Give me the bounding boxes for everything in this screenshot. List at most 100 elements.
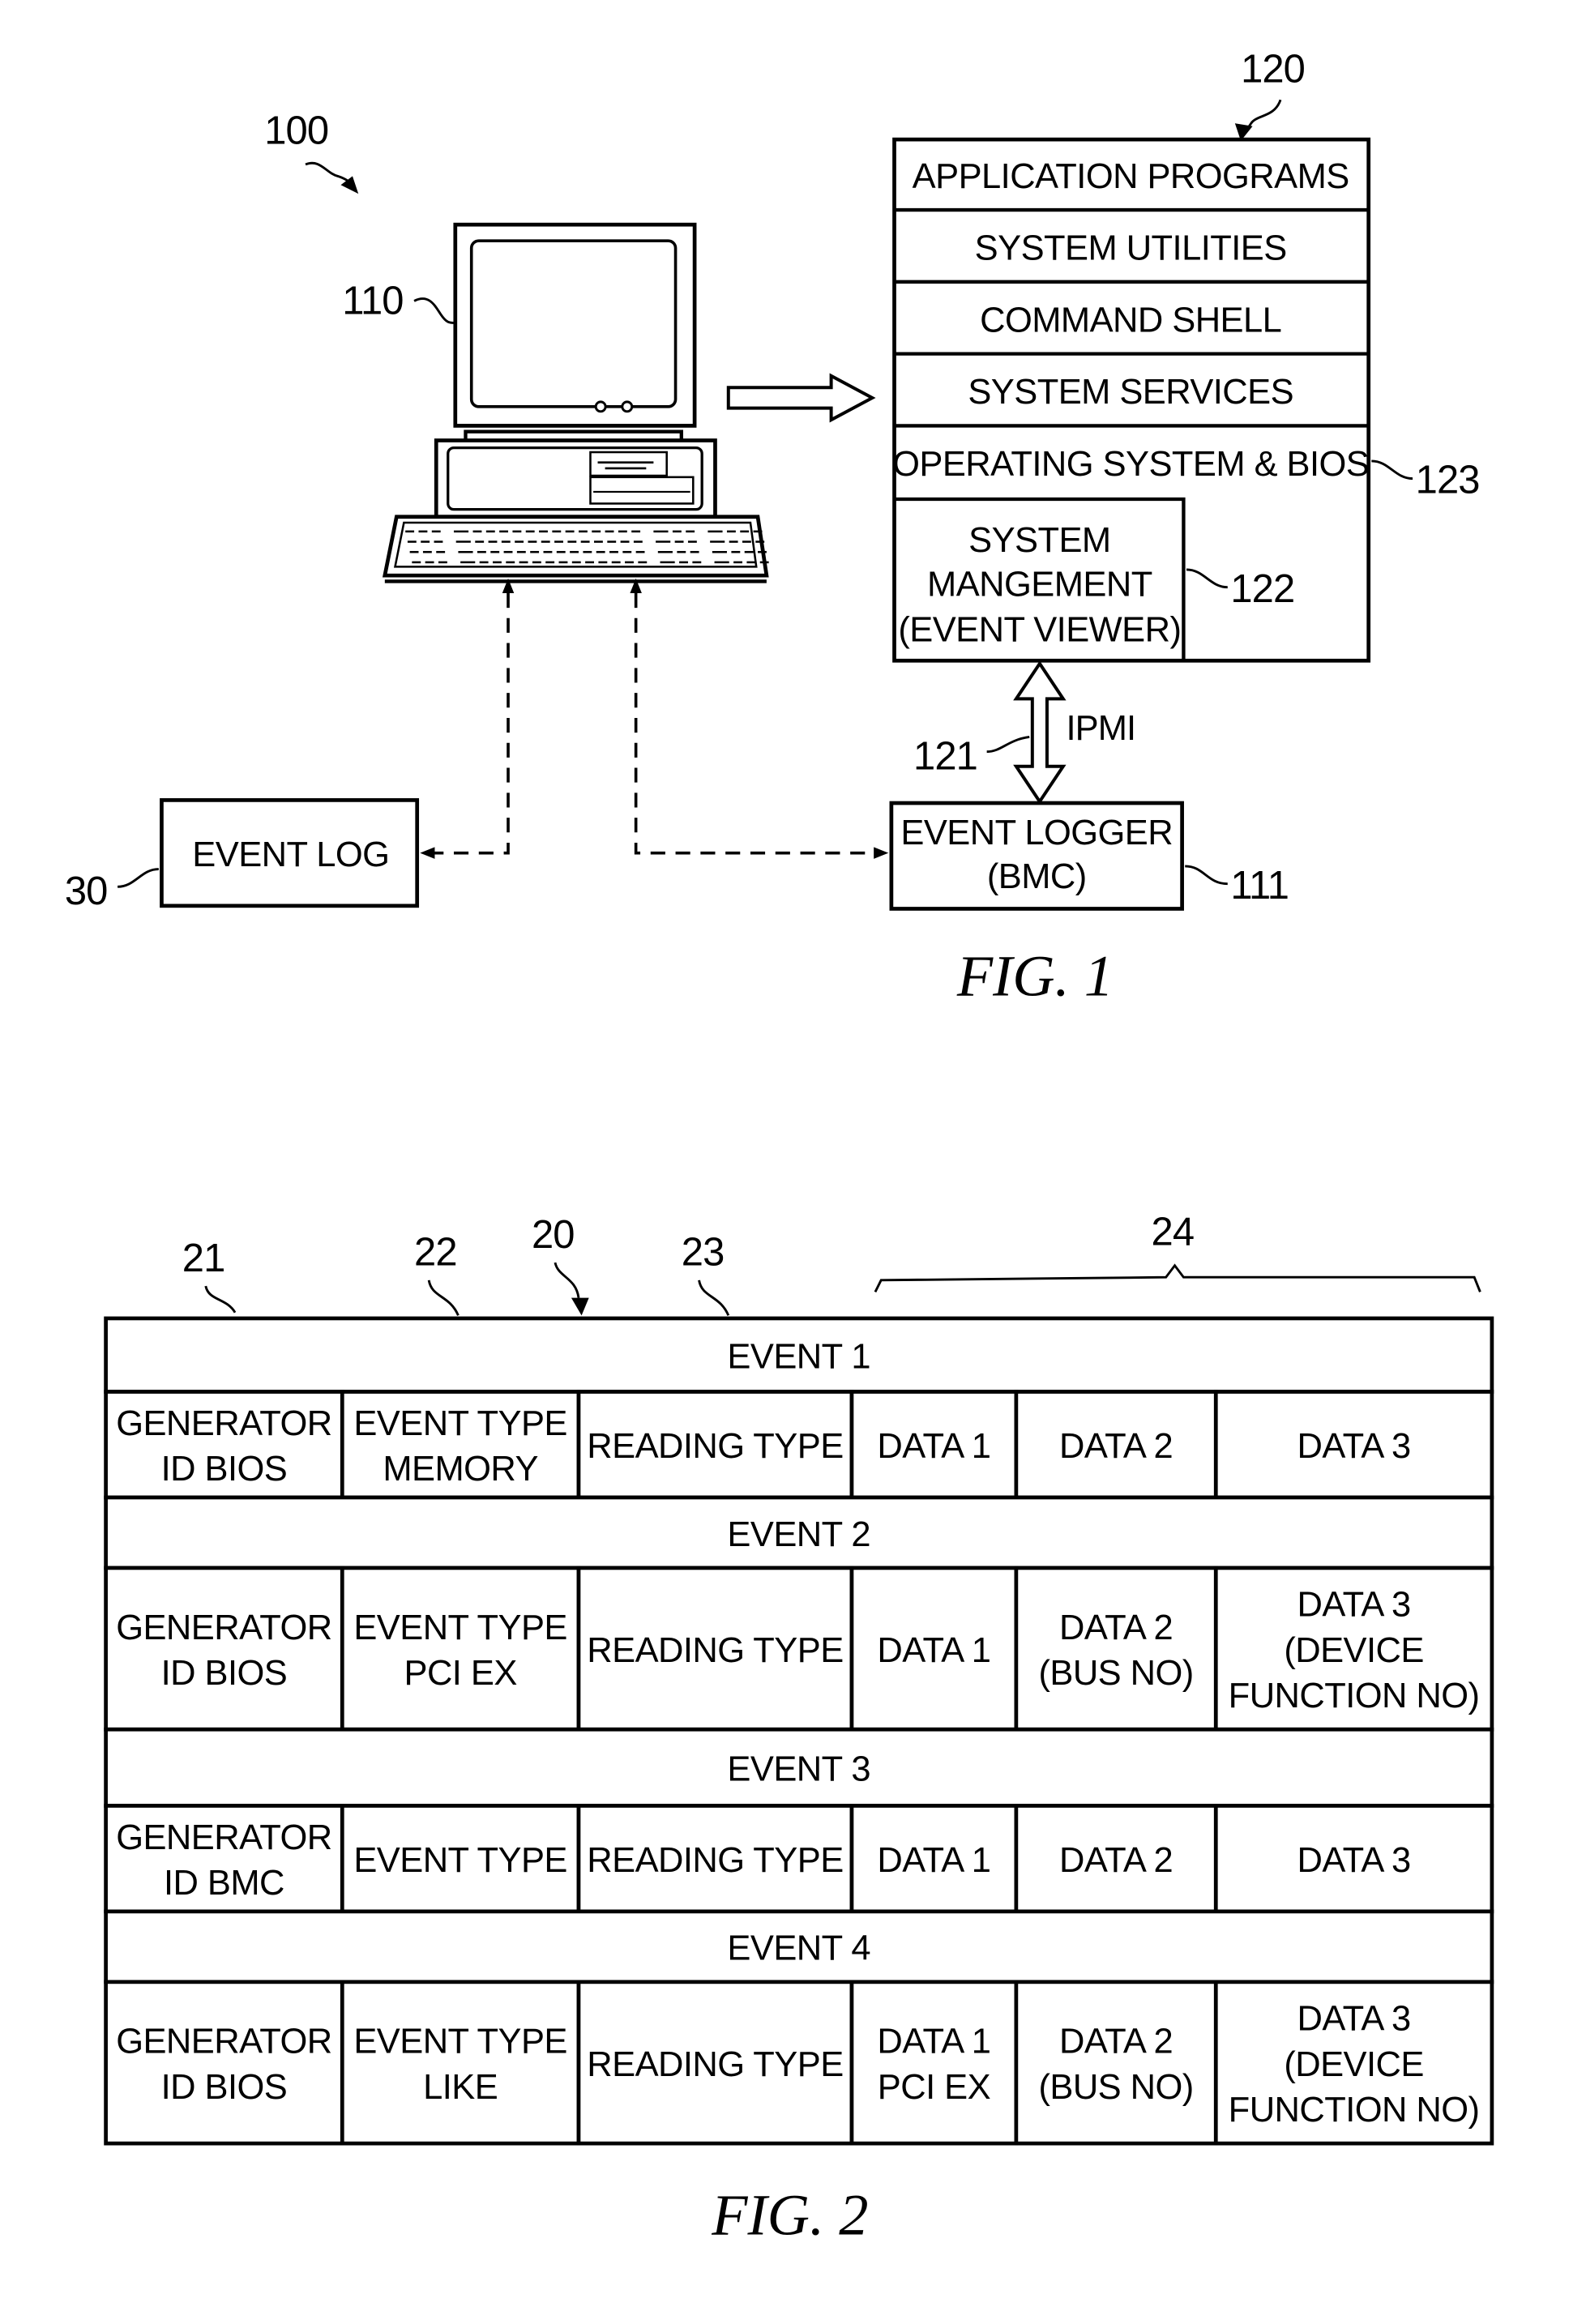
ref-110-label: 110 [342,280,403,323]
stack-layer-application-programs: APPLICATION PROGRAMS [913,157,1349,196]
event-field-cell [104,1980,344,2146]
event-field-text: EVENT TYPE [353,1841,567,1880]
ref-111-leader [1185,865,1228,886]
stack-layer-system-services: SYSTEM SERVICES [968,373,1293,412]
event-field-cell [1014,1980,1218,2146]
event-field-text: PCI EX [878,2068,991,2107]
event-field-text: PCI EX [404,1654,518,1693]
event-field-text: EVENT TYPE [353,1404,567,1443]
ipmi-double-arrow-icon [1013,660,1067,805]
event-field-cell [849,1980,1019,2146]
event-log-label: EVENT LOG [192,835,389,874]
monitor-button-icon [621,400,634,413]
event-field-text: READING TYPE [587,1631,843,1670]
event-field-text: DATA 3 [1297,1841,1411,1880]
event-field-text: DATA 3 [1297,2000,1411,2039]
ref-122-label: 122 [1230,567,1294,611]
ref-30-label: 30 [65,869,108,913]
event-field-text: FUNCTION NO) [1229,1677,1480,1715]
event-title: EVENT 2 [727,1515,870,1554]
patent-drawing-sheet: 100 110 120 APPLICATION PROGRAMS SYSTEM … [65,47,1494,2247]
ref-20-leader [554,1262,580,1298]
event-field-text: DATA 3 [1297,1427,1411,1466]
figure-2-caption: FIG. 2 [711,2181,868,2247]
event-field-text: GENERATOR [116,1818,331,1857]
software-stack: APPLICATION PROGRAMS SYSTEM UTILITIES CO… [892,137,1371,663]
figure-1: 100 110 120 APPLICATION PROGRAMS SYSTEM … [65,47,1481,1008]
ref-20-label: 20 [532,1213,575,1257]
monitor-screen [469,239,678,408]
event-title: EVENT 1 [727,1338,870,1377]
event-field-text: (DEVICE [1284,2045,1424,2084]
event-field-cell [104,1566,344,1732]
event-field-text: GENERATOR [116,2023,331,2061]
system-unit [434,438,717,519]
event-field-text: DATA 3 [1297,1586,1411,1625]
event-field-text: READING TYPE [587,2045,843,2084]
ref-110-leader [413,297,455,325]
ref-120-label: 120 [1241,47,1305,91]
event-record: EVENT 4 GENERATOR ID BIOS EVENT TYPE LIKE REA… [104,1909,1494,2146]
event-title: EVENT 3 [727,1750,870,1789]
event-field-text: DATA 1 [877,1427,990,1466]
event-record: EVENT 2 GENERATOR ID BIOS EVENT TYPE PCI EX R… [104,1495,1494,1732]
event-field-text: LIKE [423,2068,498,2107]
ipmi-label: IPMI [1066,709,1135,748]
event-field-text: DATA 2 [1059,1608,1173,1647]
block-arrow-icon [726,373,876,423]
ref-21-leader [204,1285,237,1314]
stack-layer-os-bios: OPERATING SYSTEM & BIOS [892,445,1369,484]
event-field-text: READING TYPE [587,1841,843,1880]
event-table: EVENT 1 GENERATOR ID BIOS EVENT TYPE MEMORY R… [104,1316,1494,2146]
ref-123-label: 123 [1416,459,1480,502]
arrowhead-icon [420,847,435,859]
event-field-cell [340,1566,581,1732]
event-field-text: ID BIOS [161,2068,288,2107]
event-field-text: ID BMC [164,1864,284,1903]
event-record: EVENT 1 GENERATOR ID BIOS EVENT TYPE MEMORY R… [104,1316,1494,1500]
event-field-text: FUNCTION NO) [1229,2091,1480,2130]
event-field-cell [340,1980,581,2146]
ref-21-label: 21 [182,1237,225,1280]
event-field-cell [1014,1566,1218,1732]
data-fields-brace [874,1263,1481,1292]
figure-2: 21 22 20 23 24 EVENT 1GENERATORID BIOSEV… [104,1210,1494,2247]
monitor-button-icon [594,400,607,413]
ref-24-label: 24 [1152,1210,1195,1254]
ref-20-arrowhead-icon [571,1297,589,1316]
event-field-text: DATA 1 [877,1841,990,1880]
event-field-text: DATA 2 [1059,1427,1173,1466]
ref-23-label: 23 [682,1231,725,1275]
ref-22-leader [427,1279,460,1316]
system-management-line-2: MANGEMENT [927,566,1152,604]
event-field-text: ID BIOS [161,1654,288,1693]
ref-111-label: 111 [1230,864,1289,908]
ref-30-leader [117,868,159,888]
computer-icon [382,222,769,583]
event-field-text: EVENT TYPE [353,1608,567,1647]
event-field-text: (BUS NO) [1038,1654,1193,1693]
stack-layer-command-shell: COMMAND SHELL [980,301,1281,340]
system-management-line-3: (EVENT VIEWER) [898,611,1181,650]
event-field-text: DATA 1 [877,2023,990,2061]
stack-layer-system-utilities: SYSTEM UTILITIES [975,229,1287,268]
event-title: EVENT 4 [727,1929,870,1968]
event-field-text: ID BIOS [161,1450,288,1489]
event-field-text: GENERATOR [116,1404,331,1443]
event-field-text: READING TYPE [587,1427,843,1466]
dashed-link-computer-to-event-log [431,592,510,855]
ref-100-label: 100 [264,109,328,153]
event-field-text: EVENT TYPE [353,2023,567,2061]
event-field-text: GENERATOR [116,1608,331,1647]
ref-121-label: 121 [913,734,977,778]
ref-121-leader [986,736,1030,754]
ref-123-leader [1371,459,1413,481]
event-field-text: MEMORY [383,1450,538,1489]
figure-1-caption: FIG. 1 [956,942,1114,1008]
event-field-text: (BUS NO) [1038,2068,1193,2107]
system-management-line-1: SYSTEM [968,521,1110,560]
ref-23-leader [698,1279,730,1316]
event-field-text: (DEVICE [1284,1631,1424,1670]
event-logger-line-1: EVENT LOGGER [900,814,1173,852]
event-field-text: DATA 1 [877,1631,990,1670]
